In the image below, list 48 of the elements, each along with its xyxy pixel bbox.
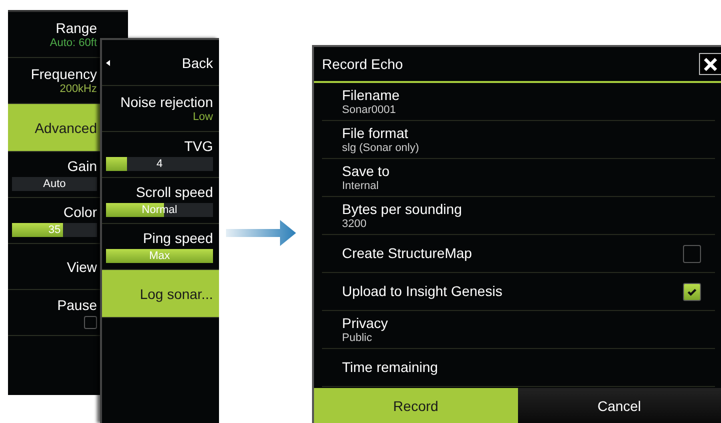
setting-value: Sonar0001 — [342, 104, 397, 116]
setting-row[interactable]: Save to Internal — [322, 159, 715, 197]
setting-row[interactable]: Bytes per sounding 3200 — [322, 197, 715, 235]
back-button[interactable]: Back — [102, 40, 219, 86]
setting-label: Bytes per sounding — [342, 200, 463, 218]
dialog-title: Record Echo — [322, 56, 403, 72]
setting-row[interactable]: Time remaining — [322, 349, 715, 387]
slider-reading: 35 — [48, 224, 61, 236]
setting-label: Upload to Insight Genesis — [342, 283, 502, 300]
menu-value: Auto: 60ft — [50, 36, 97, 50]
setting-value: Internal — [342, 180, 380, 192]
setting-row[interactable]: File format slg (Sonar only) — [322, 121, 715, 159]
slider-reading: 4 — [156, 158, 163, 170]
menu-label: Ping speed — [142, 230, 213, 247]
menu-label[interactable]: Range — [56, 20, 97, 36]
setting-label: Time remaining — [342, 359, 439, 376]
menu-label: Color — [64, 204, 97, 221]
slider-reading: Max — [149, 250, 170, 262]
setting-value: Public — [342, 332, 373, 344]
setting-label: File format — [342, 124, 410, 142]
setting-label: Privacy — [342, 314, 389, 332]
menu-label: Gain — [67, 158, 97, 175]
setting-value: 3200 — [342, 218, 368, 230]
checkbox[interactable] — [84, 316, 97, 328]
setting-label: Save to — [342, 162, 390, 180]
menu-label: Pause — [57, 296, 97, 314]
menu-label: TVG — [184, 138, 213, 155]
dialog-button[interactable]: Record — [314, 388, 518, 423]
slider-track[interactable]: Auto — [12, 177, 97, 191]
triangle-icon — [106, 60, 110, 66]
menu-value: Low — [192, 110, 213, 124]
setting-label: Filename — [342, 86, 401, 104]
menu-label: Scroll speed — [136, 184, 213, 201]
menu-value: 200kHz — [60, 82, 97, 96]
checkbox[interactable] — [683, 244, 701, 262]
slider-reading: Auto — [43, 178, 66, 190]
checkbox[interactable] — [683, 282, 701, 300]
close-button[interactable] — [699, 53, 721, 75]
setting-row[interactable]: Privacy Public — [322, 311, 715, 349]
setting-row[interactable]: Filename Sonar0001 — [322, 83, 715, 121]
dialog-button[interactable]: Cancel — [518, 388, 721, 423]
menu-item[interactable]: Log sonar... — [102, 270, 219, 318]
arrow-drawing — [226, 220, 296, 246]
slider-track[interactable]: 4 — [106, 157, 213, 171]
close-icon — [704, 58, 717, 70]
setting-label: Create StructureMap — [342, 245, 472, 262]
setting-value: slg (Sonar only) — [342, 142, 420, 154]
menu-label[interactable]: Frequency — [30, 66, 97, 82]
